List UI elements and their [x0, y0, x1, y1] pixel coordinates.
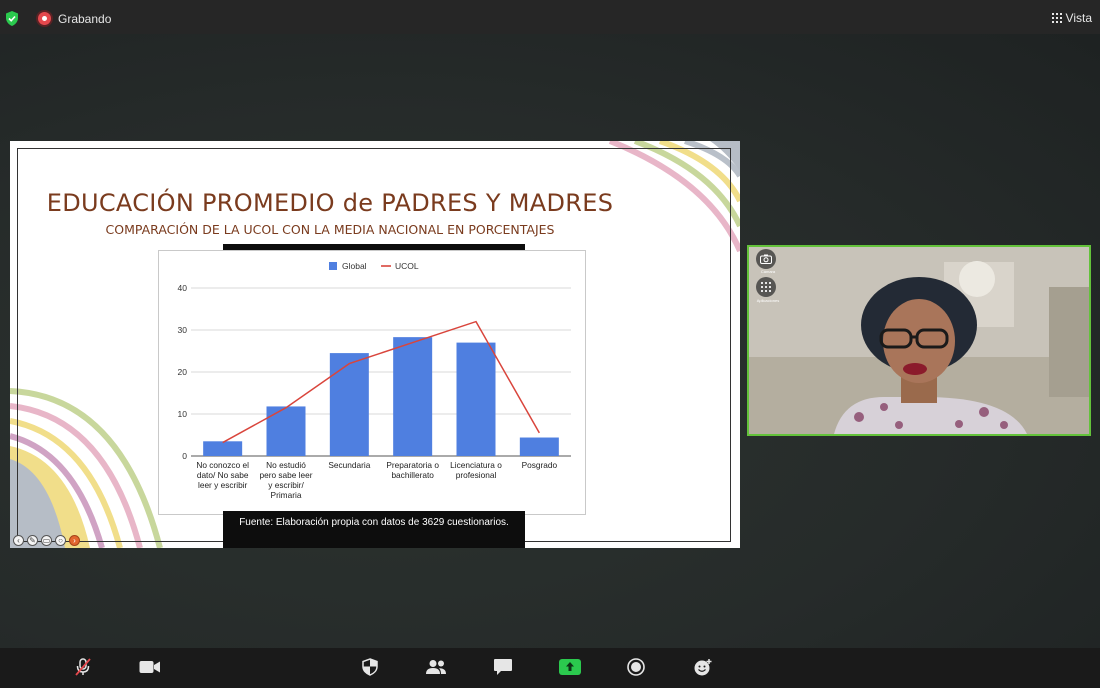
- x-category-label: No conozco el: [196, 460, 249, 470]
- reactions-smiley-icon: [694, 659, 712, 676]
- record-button[interactable]: [623, 656, 649, 678]
- meeting-toolbar: [0, 648, 1100, 688]
- participants-button[interactable]: [423, 656, 449, 678]
- bar-global: [266, 406, 306, 456]
- reactions-button[interactable]: [690, 656, 716, 678]
- chart-svg: 0 10 20 30 40 No conozco eldato/ No sabeleer …: [178, 261, 571, 500]
- y-tick-label: 40: [178, 283, 188, 293]
- x-category-label: Primaria: [271, 490, 302, 500]
- security-shield-icon: [362, 658, 378, 676]
- legend-label-ucol: UCOL: [395, 261, 419, 271]
- slide-controls: ‹ ✎ ▭ ○ ›: [13, 535, 80, 546]
- zoom-icon[interactable]: ○: [55, 535, 66, 546]
- y-tick-label: 10: [178, 409, 188, 419]
- legend-swatch-global: [329, 262, 337, 270]
- slide-title: EDUCACIÓN PROMEDIO de PADRES Y MADRES: [46, 189, 614, 217]
- x-category-label: Preparatoria o: [386, 460, 439, 470]
- top-bar: Grabando Vista: [0, 0, 1100, 34]
- x-category-label: profesional: [456, 470, 497, 480]
- video-button[interactable]: [137, 656, 163, 678]
- pen-icon[interactable]: ✎: [27, 535, 38, 546]
- chat-button[interactable]: [490, 656, 516, 678]
- bar-global: [456, 342, 496, 456]
- shared-slide: EDUCACIÓN PROMEDIO de PADRES Y MADRES CO…: [10, 141, 740, 548]
- bar-global: [393, 337, 433, 456]
- x-category-label: No estudió: [266, 460, 306, 470]
- mute-button[interactable]: [70, 656, 96, 678]
- y-tick-label: 30: [178, 325, 188, 335]
- x-category-label: bachillerato: [391, 470, 434, 480]
- captions-icon[interactable]: ▭: [41, 535, 52, 546]
- speaker-video-tile[interactable]: Cámara Aplicaciones: [747, 245, 1091, 436]
- bar-global: [329, 353, 369, 456]
- view-label: Vista: [1065, 11, 1092, 25]
- slide-caption: Fuente: Elaboración propia con datos de …: [223, 511, 525, 548]
- prev-slide-icon[interactable]: ‹: [13, 535, 24, 546]
- recording-label: Grabando: [58, 12, 112, 26]
- chat-bubble-icon: [494, 659, 512, 675]
- apps-grid-icon: [761, 282, 771, 292]
- slide-subtitle: COMPARACIÓN DE LA UCOL CON LA MEDIA NACI…: [105, 222, 555, 237]
- meeting-stage: EDUCACIÓN PROMEDIO de PADRES Y MADRES CO…: [0, 34, 1100, 648]
- grid-view-icon: [1051, 13, 1062, 23]
- x-category-label: Secundaria: [328, 460, 370, 470]
- x-category-label: y escribir/: [268, 480, 304, 490]
- x-category-label: leer y escribir: [198, 480, 248, 490]
- share-screen-button[interactable]: [557, 656, 583, 678]
- security-button[interactable]: [357, 656, 383, 678]
- video-camera-icon: [139, 661, 160, 673]
- y-tick-label: 0: [182, 451, 187, 461]
- chart: 0 10 20 30 40 No conozco el dato/ No sabe leer …: [158, 250, 586, 515]
- share-screen-icon: [559, 659, 581, 675]
- next-slide-icon[interactable]: ›: [69, 535, 80, 546]
- participants-icon: [426, 660, 446, 674]
- x-category-label: Licenciatura o: [450, 460, 502, 470]
- apps-button[interactable]: [756, 277, 776, 297]
- apps-label: Aplicaciones: [756, 298, 780, 303]
- y-tick-label: 20: [178, 367, 188, 377]
- bar-global: [519, 437, 559, 456]
- encryption-shield-icon[interactable]: [5, 11, 19, 26]
- mic-muted-icon: [75, 658, 91, 676]
- record-icon: [627, 658, 645, 676]
- x-category-label: Posgrado: [522, 460, 558, 470]
- camera-button[interactable]: [756, 249, 776, 269]
- x-category-label: pero sabe leer: [259, 470, 312, 480]
- legend-label-global: Global: [342, 261, 367, 271]
- x-category-label: dato/ No sabe: [197, 470, 249, 480]
- recording-indicator-icon[interactable]: [38, 12, 51, 25]
- camera-icon: [760, 254, 772, 264]
- view-button[interactable]: Vista: [1051, 11, 1092, 25]
- bar-global: [203, 441, 243, 456]
- camera-label: Cámara: [760, 269, 776, 274]
- speaker-video-image: [749, 247, 1089, 434]
